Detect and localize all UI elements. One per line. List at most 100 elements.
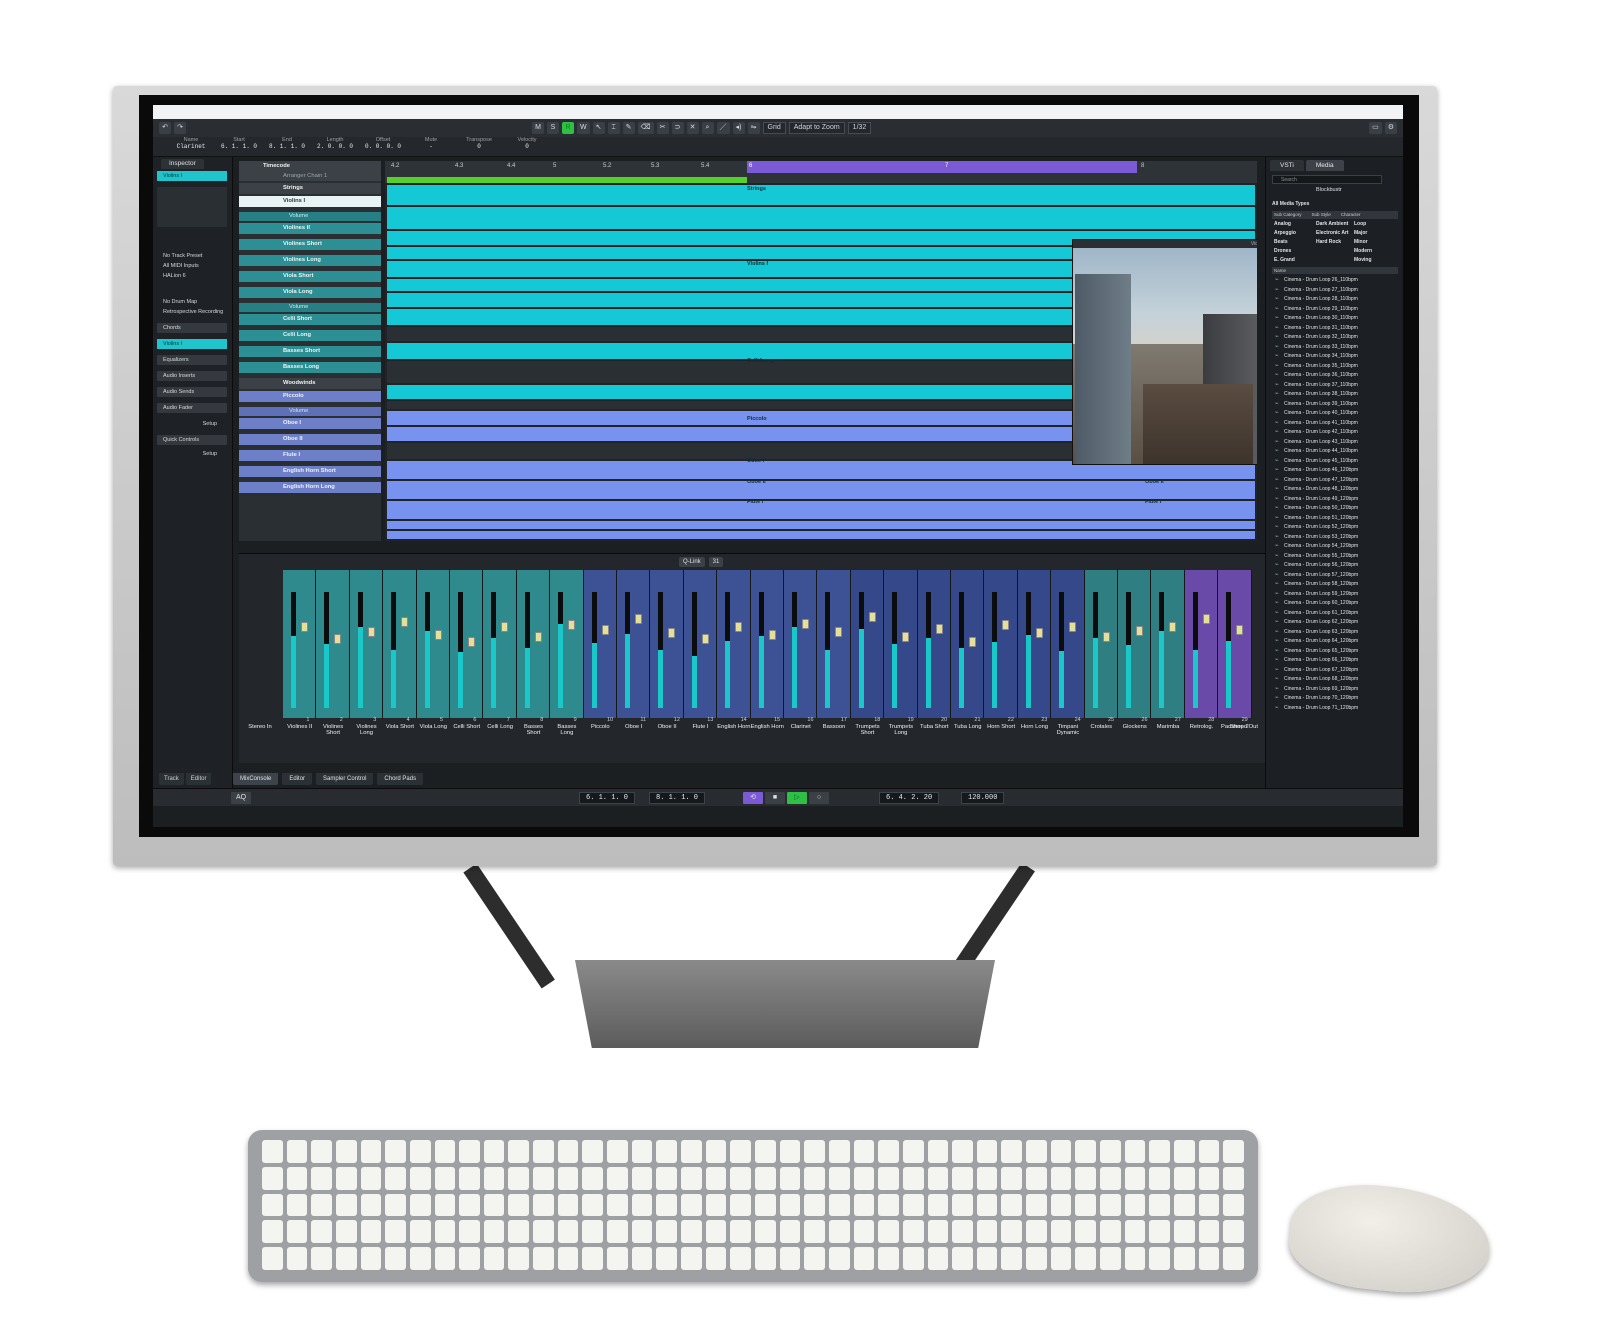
mute-button[interactable]: M [532,122,544,134]
inspector-track-name[interactable]: Violins I [157,171,227,181]
media-result-item[interactable]: Cinema - Drum Loop 53_120bpm [1274,534,1394,541]
channel-strip[interactable] [1184,570,1219,718]
media-result-item[interactable]: Cinema - Drum Loop 63_120bpm [1274,629,1394,636]
automation-track[interactable]: Volume [239,303,381,312]
media-result-item[interactable]: Cinema - Drum Loop 36_110bpm [1274,372,1394,379]
media-result-item[interactable]: Cinema - Drum Loop 69_120bpm [1274,686,1394,693]
info-offset-value[interactable]: 0. 0. 0. 0 [359,143,407,150]
instrument-track[interactable]: Piccolo [239,391,381,402]
volume-fader[interactable] [1169,622,1177,632]
media-result-item[interactable]: Cinema - Drum Loop 41_110bpm [1274,420,1394,427]
info-start-value[interactable]: 6. 1. 1. 0 [215,143,263,150]
layout-icon[interactable]: ▭ [1369,122,1382,134]
media-result-item[interactable]: Cinema - Drum Loop 71_120bpm [1274,705,1394,712]
position-display[interactable]: 6. 4. 2. 20 [879,792,940,804]
play-tool-icon[interactable]: ◂) [732,122,745,134]
media-result-item[interactable]: Cinema - Drum Loop 28_110bpm [1274,296,1394,303]
volume-fader[interactable] [534,632,542,642]
undo-icon[interactable]: ↶ [159,122,171,134]
media-result-item[interactable]: Cinema - Drum Loop 60_120bpm [1274,600,1394,607]
media-result-item[interactable]: Cinema - Drum Loop 37_110bpm [1274,382,1394,389]
glue-icon[interactable]: ⊃ [671,122,684,134]
left-locator-field[interactable]: 6. 1. 1. 0 [579,792,636,804]
character-item[interactable]: Loop [1354,221,1366,227]
media-result-item[interactable]: Cinema - Drum Loop 30_110bpm [1274,315,1394,322]
column-sub-category[interactable]: Sub Category [1274,211,1302,219]
media-result-item[interactable]: Cinema - Drum Loop 65_120bpm [1274,648,1394,655]
volume-fader[interactable] [668,628,676,638]
character-item[interactable]: Major [1354,230,1367,236]
volume-fader[interactable] [768,630,776,640]
output-routing-field[interactable]: HALion 6 [157,271,227,281]
media-result-item[interactable]: Cinema - Drum Loop 31_110bpm [1274,325,1394,332]
media-result-item[interactable]: Cinema - Drum Loop 38_110bpm [1274,391,1394,398]
channel-strip[interactable] [717,570,751,718]
info-length-value[interactable]: 2. 0. 0. 0 [311,143,359,150]
channel-strip[interactable] [416,570,450,718]
channel-strip[interactable] [817,570,851,718]
inspector-section-track[interactable]: Violins I [157,339,227,349]
arranger-event[interactable] [387,177,747,183]
play-icon[interactable]: ▷ [787,792,807,804]
automation-track[interactable]: Volume [239,212,381,221]
inspector-tab[interactable]: Inspector [161,159,204,169]
midi-part[interactable] [387,481,1255,499]
tempo-field[interactable]: 120.000 [961,792,1005,804]
media-result-item[interactable]: Cinema - Drum Loop 32_110bpm [1274,334,1394,341]
channel-strip[interactable] [349,570,384,718]
media-path[interactable]: Blockbustr [1316,187,1342,193]
channel-strip[interactable] [617,570,651,718]
media-result-item[interactable]: Cinema - Drum Loop 49_120bpm [1274,496,1394,503]
midi-part[interactable] [387,185,1255,205]
zoom-icon[interactable]: ⌕ [701,122,714,134]
results-name-header[interactable]: Name [1272,267,1398,274]
instrument-track[interactable]: English Horn Short [239,466,381,477]
volume-fader[interactable] [902,632,910,642]
tab-media[interactable]: Media [1305,160,1344,171]
instrument-track[interactable]: Viola Long [239,287,381,298]
info-mute-value[interactable]: - [407,143,455,150]
volume-fader[interactable] [835,627,843,637]
quantize-dropdown[interactable]: 1/32 [847,122,872,134]
tab-sampler-control[interactable]: Sampler Control [316,773,374,785]
channel-strip[interactable] [1084,570,1118,718]
media-result-item[interactable]: Cinema - Drum Loop 67_120bpm [1274,667,1394,674]
media-result-item[interactable]: Cinema - Drum Loop 48_120bpm [1274,486,1394,493]
settings-gear-icon[interactable]: ⚙ [1384,122,1397,134]
media-result-item[interactable]: Cinema - Drum Loop 34_110bpm [1274,353,1394,360]
channel-strip[interactable] [1151,570,1185,718]
volume-fader[interactable] [969,637,976,647]
inspector-section-fader[interactable]: Audio Fader [157,403,227,413]
volume-fader[interactable] [1035,628,1043,638]
media-result-item[interactable]: Cinema - Drum Loop 26_110bpm [1274,277,1394,284]
inspector-section-quick-controls[interactable]: Quick Controls [157,435,227,445]
inspector-section-chords[interactable]: Chords [157,323,227,333]
volume-fader[interactable] [868,612,876,622]
volume-fader[interactable] [334,634,342,644]
write-automation-button[interactable]: W [577,122,590,134]
mute-tool-icon[interactable]: ✕ [686,122,699,134]
instrument-track[interactable]: English Horn Long [239,482,381,493]
tab-chord-pads[interactable]: Chord Pads [377,773,424,785]
media-search-input[interactable]: Search [1272,175,1382,184]
tab-editor-left[interactable]: Editor [185,773,212,785]
instrument-track[interactable]: Violins I [239,196,381,207]
volume-fader[interactable] [1002,620,1010,630]
character-item[interactable]: Modern [1354,248,1372,254]
channel-strip[interactable] [483,570,517,718]
media-result-item[interactable]: Cinema - Drum Loop 59_120bpm [1274,591,1394,598]
record-icon[interactable]: ○ [809,792,829,804]
erase-icon[interactable]: ⌫ [637,122,654,134]
media-result-item[interactable]: Cinema - Drum Loop 46_120bpm [1274,467,1394,474]
volume-fader[interactable] [935,624,943,634]
media-result-item[interactable]: Cinema - Drum Loop 45_110bpm [1274,458,1394,465]
inspector-setup-link[interactable]: Setup [157,419,227,429]
channel-strip[interactable] [516,570,551,718]
visible-channels-count[interactable]: 31 [708,557,724,567]
volume-fader[interactable] [802,619,809,629]
channel-strip[interactable] [450,570,484,718]
media-result-item[interactable]: Cinema - Drum Loop 57_120bpm [1274,572,1394,579]
volume-fader[interactable] [568,620,576,630]
inspector-section-sends[interactable]: Audio Sends [157,387,227,397]
volume-fader[interactable] [1102,632,1110,642]
